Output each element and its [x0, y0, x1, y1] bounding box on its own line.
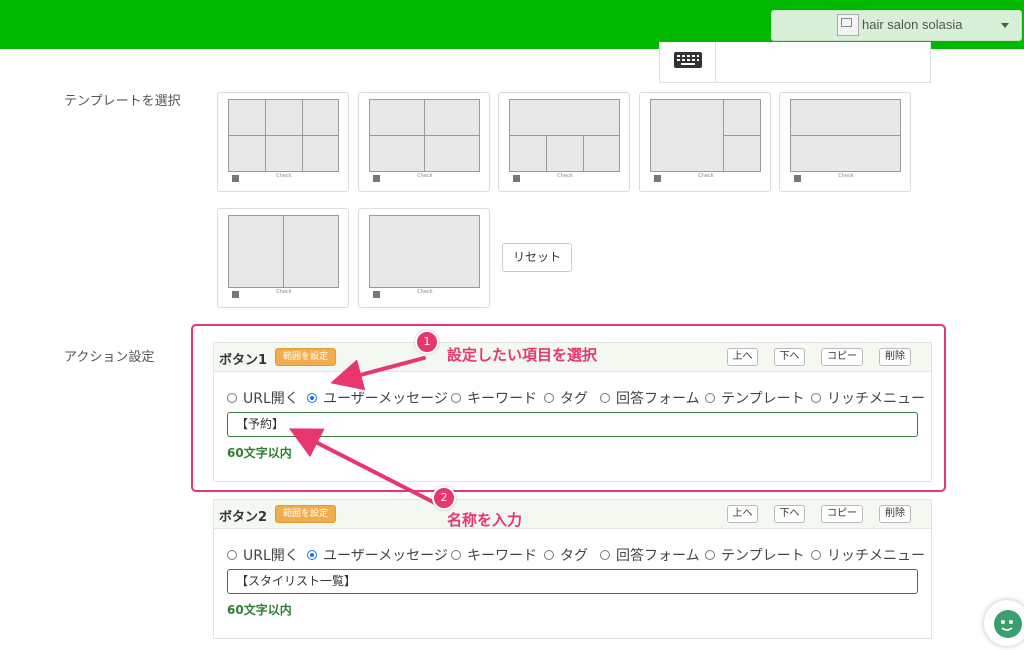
template-section-label: テンプレートを選択	[64, 94, 181, 109]
check-label: Check	[417, 289, 433, 295]
template-option-1-left-2-right[interactable]: Check	[639, 92, 771, 192]
radio-icon	[544, 550, 554, 560]
chat-icon	[994, 610, 1022, 638]
radio-icon	[705, 550, 715, 560]
set-range-button[interactable]: 範囲を設定	[275, 505, 336, 523]
panel-header: ボタン2 範囲を設定 上へ 下へ コピー 削除	[214, 500, 931, 529]
template-option-6-grid[interactable]: Check	[217, 92, 349, 192]
template-preview	[509, 99, 620, 172]
reset-button[interactable]: リセット	[502, 243, 572, 272]
divider	[715, 42, 716, 82]
step-2-text: 名称を入力	[447, 511, 523, 529]
char-limit-note: 60文字以内	[227, 603, 292, 617]
step-badge-2: 2	[432, 486, 456, 510]
template-preview	[650, 99, 761, 172]
template-option-2-columns[interactable]: Check	[217, 208, 349, 308]
template-preview	[790, 99, 901, 172]
action-panel-button-2: ボタン2 範囲を設定 上へ 下へ コピー 削除 URL開く ユーザーメッセージ …	[213, 499, 932, 639]
step-badge-1: 1	[415, 330, 439, 354]
template-option-2-rows[interactable]: Check	[779, 92, 911, 192]
check-label: Check	[557, 173, 573, 179]
button-name-input[interactable]: 【スタイリスト一覧】	[227, 569, 918, 594]
chat-support-button[interactable]	[984, 600, 1024, 646]
template-preview	[228, 215, 339, 288]
check-label: Check	[417, 173, 433, 179]
radio-icon	[451, 550, 461, 560]
template-preview	[369, 215, 480, 288]
template-preview	[228, 99, 339, 172]
account-image-icon	[837, 14, 859, 36]
check-label: Check	[276, 289, 292, 295]
radio-icon	[600, 550, 610, 560]
chevron-down-icon	[1001, 23, 1009, 28]
move-down-button[interactable]: 下へ	[774, 505, 805, 523]
check-label: Check	[698, 173, 714, 179]
radio-icon	[227, 550, 237, 560]
copy-button[interactable]: コピー	[821, 505, 863, 523]
check-label: Check	[838, 173, 854, 179]
keyboard-toggle-area	[659, 42, 931, 83]
move-up-button[interactable]: 上へ	[727, 505, 758, 523]
step-1-text: 設定したい項目を選択	[447, 346, 598, 364]
delete-button[interactable]: 削除	[879, 505, 911, 523]
action-section-label: アクション設定	[64, 350, 155, 365]
template-option-4-grid[interactable]: Check	[358, 92, 490, 192]
template-preview	[369, 99, 480, 172]
keyboard-icon[interactable]	[673, 50, 703, 70]
check-label: Check	[276, 173, 292, 179]
radio-selected-icon	[307, 550, 317, 560]
template-option-1-top-3-bottom[interactable]: Check	[498, 92, 630, 192]
radio-icon	[811, 550, 821, 560]
template-option-single[interactable]: Check	[358, 208, 490, 308]
account-name: hair salon solasia	[862, 17, 963, 32]
account-selector[interactable]: hair salon solasia	[771, 10, 1022, 41]
panel-title: ボタン2	[219, 510, 268, 525]
